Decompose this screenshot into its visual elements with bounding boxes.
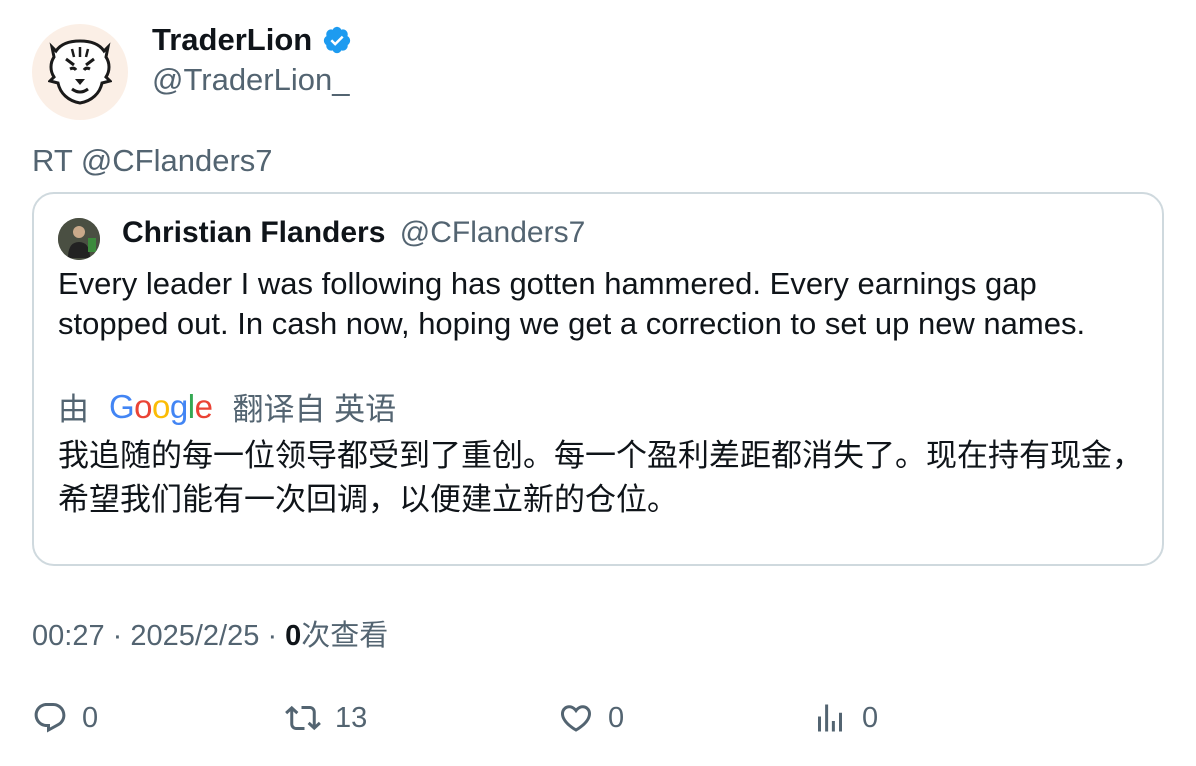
translation-prefix: 由 bbox=[58, 392, 89, 427]
meta-separator: · bbox=[112, 620, 131, 652]
translation-attribution: 由 Google 翻译自 英语 bbox=[58, 384, 396, 429]
tweet-meta: 00:27 · 2025/2/25 · 0次查看 bbox=[32, 612, 388, 654]
views-action-count: 0 bbox=[862, 701, 879, 734]
reply-count: 0 bbox=[82, 701, 99, 734]
person-photo-icon bbox=[58, 218, 100, 260]
heart-icon bbox=[560, 705, 592, 732]
quoted-tweet-card[interactable]: Christian Flanders @CFlanders7 Every lea… bbox=[32, 192, 1164, 566]
like-button[interactable]: 0 bbox=[558, 700, 624, 736]
reply-button[interactable]: 0 bbox=[32, 700, 98, 736]
author-display-name[interactable]: TraderLion bbox=[152, 22, 352, 58]
author-handle[interactable]: @TraderLion_ bbox=[152, 62, 349, 98]
translation-suffix: 翻译自 英语 bbox=[232, 392, 397, 427]
views-button[interactable]: 0 bbox=[812, 700, 878, 736]
quoted-author-name[interactable]: Christian Flanders bbox=[122, 216, 385, 249]
like-count: 0 bbox=[608, 701, 625, 734]
author-name-text: TraderLion bbox=[152, 22, 313, 57]
quoted-author-avatar[interactable] bbox=[58, 218, 100, 260]
quoted-author-header: Christian Flanders @CFlanders7 bbox=[122, 216, 585, 250]
tweet-date[interactable]: 2025/2/25 bbox=[130, 620, 259, 652]
google-logo-icon: Google bbox=[109, 387, 213, 425]
reply-icon bbox=[34, 703, 66, 733]
lion-logo-icon bbox=[48, 39, 112, 105]
retweet-icon bbox=[285, 705, 321, 731]
retweet-button[interactable]: 13 bbox=[285, 700, 367, 736]
meta-separator: · bbox=[267, 620, 286, 652]
translated-text: 我追随的每一位领导都受到了重创。每一个盈利差距都消失了。现在持有现金，希望我们能… bbox=[58, 438, 1143, 517]
verified-badge-icon bbox=[324, 26, 351, 54]
retweet-count: 13 bbox=[335, 701, 368, 734]
views-label: 次查看 bbox=[301, 620, 389, 652]
tweet-time[interactable]: 00:27 bbox=[32, 620, 105, 652]
author-avatar[interactable] bbox=[32, 24, 128, 120]
quoted-tweet-text: Every leader I was following has gotten … bbox=[58, 266, 1086, 341]
quoted-author-handle[interactable]: @CFlanders7 bbox=[400, 216, 586, 249]
retweet-line[interactable]: RT @CFlanders7 bbox=[32, 143, 273, 179]
views-count: 0 bbox=[285, 620, 302, 652]
views-chart-icon bbox=[818, 704, 842, 732]
